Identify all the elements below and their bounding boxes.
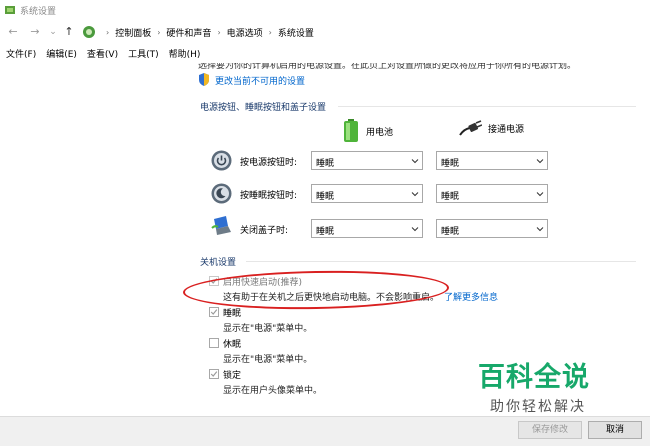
breadcrumb-system-settings[interactable]: 系统设置 bbox=[278, 26, 314, 39]
forward-arrow-icon[interactable]: → bbox=[28, 25, 42, 39]
menu-help[interactable]: 帮助(H) bbox=[169, 46, 201, 64]
menu-tools[interactable]: 工具(T) bbox=[128, 46, 159, 64]
sleep-button-icon bbox=[211, 183, 232, 204]
select-value: 睡眠 bbox=[441, 227, 460, 237]
lid-close-label: 关闭盖子时: bbox=[240, 226, 289, 236]
chevron-down-icon bbox=[536, 159, 544, 164]
cancel-button[interactable]: 取消 bbox=[588, 421, 642, 439]
lock-label: 锁定 bbox=[223, 371, 242, 381]
sleep-checkbox[interactable] bbox=[209, 307, 219, 317]
sleep-label: 睡眠 bbox=[223, 309, 242, 319]
change-unavailable-settings-link[interactable]: 更改当前不可用的设置 bbox=[215, 74, 305, 87]
laptop-lid-icon bbox=[211, 216, 231, 235]
section-divider bbox=[338, 106, 636, 107]
sleep-button-battery-select[interactable]: 睡眠 bbox=[311, 184, 423, 203]
chevron-down-icon bbox=[411, 192, 419, 197]
power-button-icon bbox=[211, 150, 232, 171]
select-value: 睡眠 bbox=[316, 192, 335, 202]
lid-close-plugged-select[interactable]: 睡眠 bbox=[436, 219, 548, 238]
title-bar: 系统设置 bbox=[0, 0, 650, 20]
admin-shield-icon bbox=[199, 73, 209, 86]
control-panel-icon bbox=[83, 26, 95, 38]
address-bar: ← → ⌄ ↑ › 控制面板 › 硬件和声音 › 电源选项 › 系统设置 bbox=[0, 20, 650, 44]
breadcrumb-separator-icon: › bbox=[268, 27, 272, 37]
menu-view[interactable]: 查看(V) bbox=[87, 46, 118, 64]
battery-column-header: 用电池 bbox=[342, 119, 393, 143]
bottom-button-bar: 保存修改 取消 bbox=[0, 416, 650, 446]
hibernate-desc: 显示在"电源"菜单中。 bbox=[223, 355, 313, 365]
hibernate-checkbox[interactable] bbox=[209, 338, 219, 348]
hibernate-label: 休眠 bbox=[223, 340, 242, 350]
power-button-battery-select[interactable]: 睡眠 bbox=[311, 151, 423, 170]
plugged-column-header: 接通电源 bbox=[458, 119, 524, 137]
chevron-down-icon bbox=[536, 192, 544, 197]
power-section-title: 电源按钮、睡眠按钮和盖子设置 bbox=[200, 103, 327, 113]
watermark-main: 百科全说 bbox=[478, 362, 590, 393]
back-arrow-icon[interactable]: ← bbox=[6, 25, 20, 39]
lock-desc: 显示在用户头像菜单中。 bbox=[223, 386, 323, 396]
chevron-down-icon bbox=[536, 227, 544, 232]
sleep-desc: 显示在"电源"菜单中。 bbox=[223, 324, 313, 334]
breadcrumb: › 控制面板 › 硬件和声音 › 电源选项 › 系统设置 bbox=[82, 24, 314, 40]
save-changes-button[interactable]: 保存修改 bbox=[518, 421, 582, 439]
menu-file[interactable]: 文件(F) bbox=[6, 46, 36, 64]
sleep-button-label: 按睡眠按钮时: bbox=[240, 191, 298, 201]
breadcrumb-control-panel[interactable]: 控制面板 bbox=[115, 26, 151, 39]
select-value: 睡眠 bbox=[316, 159, 335, 169]
up-arrow-icon[interactable]: ↑ bbox=[62, 25, 76, 39]
chevron-down-icon bbox=[411, 227, 419, 232]
menu-bar: 文件(F) 编辑(E) 查看(V) 工具(T) 帮助(H) bbox=[0, 46, 650, 64]
select-value: 睡眠 bbox=[441, 159, 460, 169]
power-button-plugged-select[interactable]: 睡眠 bbox=[436, 151, 548, 170]
lock-checkbox[interactable] bbox=[209, 369, 219, 379]
checkmark-icon bbox=[210, 371, 218, 377]
breadcrumb-separator-icon: › bbox=[217, 27, 221, 37]
power-button-label: 按电源按钮时: bbox=[240, 158, 298, 168]
recent-locations-chevron-icon[interactable]: ⌄ bbox=[46, 25, 60, 39]
watermark: 百科全说 助你轻松解决 bbox=[478, 355, 606, 416]
battery-column-label: 用电池 bbox=[366, 127, 394, 138]
menu-edit[interactable]: 编辑(E) bbox=[46, 46, 77, 64]
sleep-button-plugged-select[interactable]: 睡眠 bbox=[436, 184, 548, 203]
select-value: 睡眠 bbox=[316, 227, 335, 237]
chevron-down-icon bbox=[411, 159, 419, 164]
learn-more-link[interactable]: 了解更多信息 bbox=[444, 290, 498, 303]
checkmark-icon bbox=[210, 309, 218, 315]
section-divider bbox=[246, 261, 636, 262]
shutdown-section-title: 关机设置 bbox=[200, 258, 237, 268]
breadcrumb-separator-icon: › bbox=[157, 27, 161, 37]
control-panel-icon bbox=[5, 6, 15, 14]
power-plug-icon bbox=[459, 120, 482, 136]
breadcrumb-hardware-sound[interactable]: 硬件和声音 bbox=[166, 26, 211, 39]
breadcrumb-separator-icon: › bbox=[106, 27, 110, 37]
breadcrumb-power-options[interactable]: 电源选项 bbox=[227, 26, 263, 39]
lid-close-battery-select[interactable]: 睡眠 bbox=[311, 219, 423, 238]
select-value: 睡眠 bbox=[441, 192, 460, 202]
window-title: 系统设置 bbox=[20, 7, 57, 17]
watermark-sub: 助你轻松解决 bbox=[490, 399, 586, 415]
plugged-column-label: 接通电源 bbox=[488, 124, 525, 135]
battery-icon bbox=[344, 119, 358, 142]
